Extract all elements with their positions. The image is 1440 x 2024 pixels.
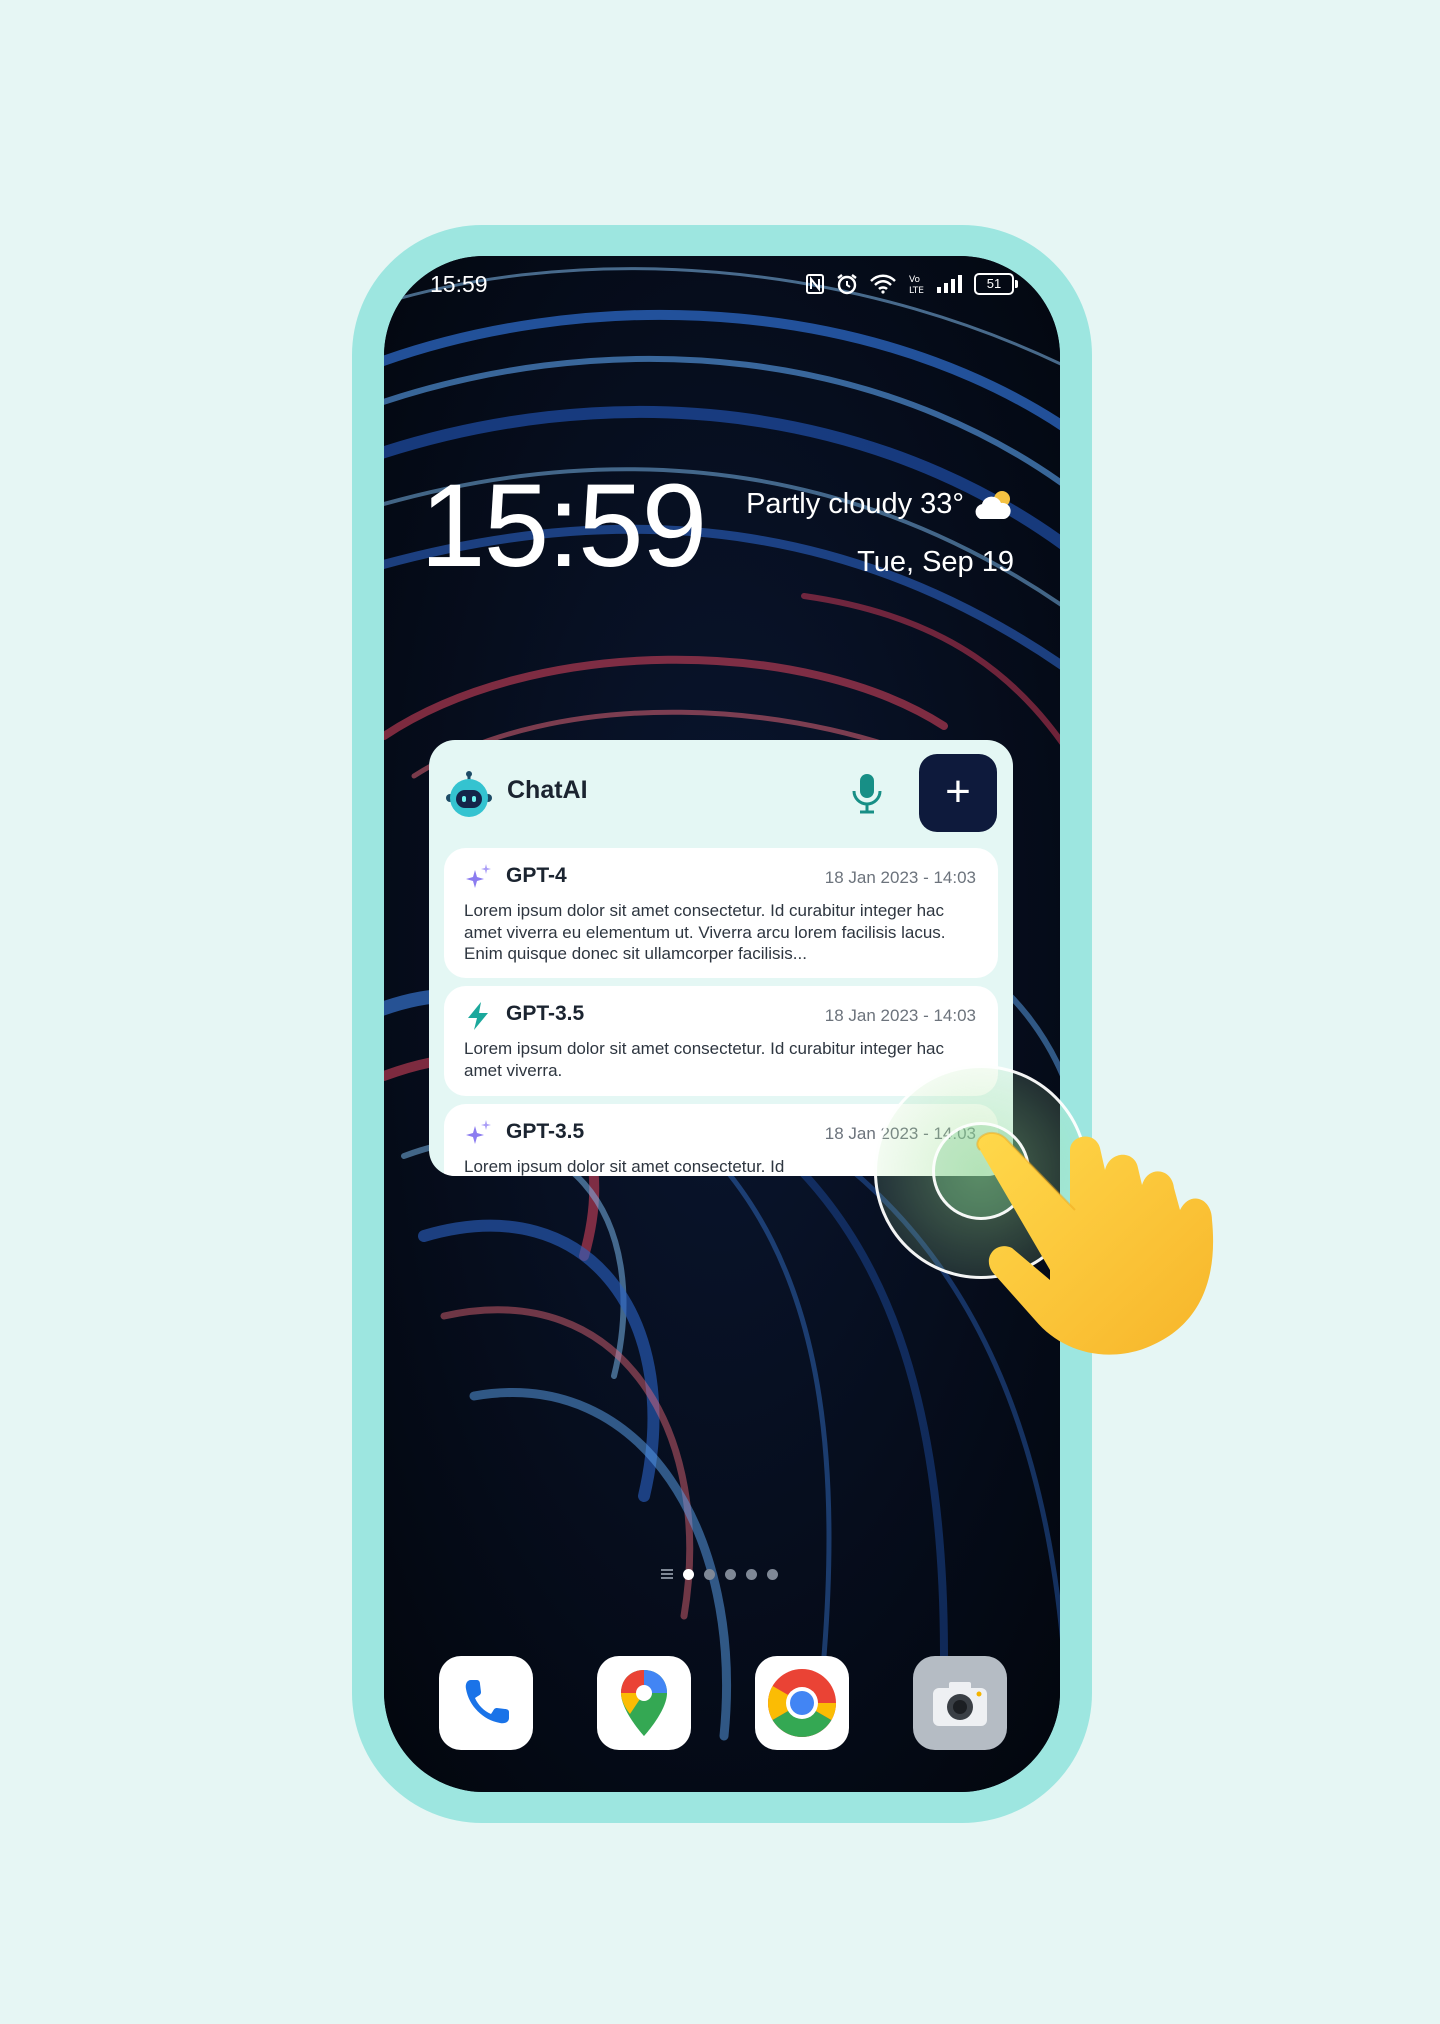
status-bar: 15:59 Vo LTE 51: [384, 256, 1060, 312]
camera-app[interactable]: [913, 1656, 1007, 1750]
chat-card-gpt35[interactable]: GPT-3.5 18 Jan 2023 - 14:03 Lorem ipsum …: [444, 986, 998, 1096]
battery-icon: 51: [974, 273, 1018, 295]
page-dot: [704, 1568, 715, 1580]
page-indicator[interactable]: [661, 1567, 778, 1581]
hand-pointer-icon: [976, 1131, 1214, 1355]
weather-widget[interactable]: Partly cloudy 33°: [746, 488, 1014, 521]
card-model: GPT-3.5: [506, 1002, 585, 1025]
card-preview: Lorem ipsum dolor sit amet consectetur. …: [464, 901, 946, 963]
phone-app[interactable]: [439, 1656, 533, 1750]
sparkle-icon: [466, 1120, 491, 1144]
lock-date: Tue, Sep 19: [857, 546, 1014, 578]
status-icons: Vo LTE 51: [806, 270, 1018, 298]
maps-icon: [621, 1670, 667, 1736]
phone-screen: 15:59 Vo LTE 51 15:59 Partly cloudy 33° T…: [384, 256, 1060, 1792]
svg-text:Vo: Vo: [909, 275, 920, 285]
wifi-icon: [870, 274, 896, 294]
weather-text: Partly cloudy 33°: [746, 488, 964, 520]
status-time: 15:59: [430, 271, 488, 297]
lock-clock: 15:59: [420, 460, 707, 592]
page-dot: [746, 1568, 757, 1580]
widget-header: ChatAI +: [429, 740, 1013, 846]
maps-app[interactable]: [597, 1656, 691, 1750]
card-preview: Lorem ipsum dolor sit amet consectetur. …: [464, 1039, 945, 1080]
partly-cloudy-icon: [975, 490, 1011, 519]
app-title: ChatAI: [507, 776, 588, 804]
nfc-icon: [806, 274, 824, 294]
signal-icon: [937, 275, 962, 293]
volte-icon: VoLTE: [909, 275, 924, 295]
chrome-icon: [768, 1669, 836, 1737]
page-list-icon: [661, 1569, 673, 1579]
svg-text:LTE: LTE: [909, 286, 924, 295]
chrome-app[interactable]: [755, 1656, 849, 1750]
bolt-icon: [468, 1002, 488, 1030]
card-model: GPT-4: [506, 864, 567, 887]
chat-card-gpt4[interactable]: GPT-4 18 Jan 2023 - 14:03 Lorem ipsum do…: [444, 848, 998, 978]
alarm-icon: [837, 274, 857, 295]
sparkle-icon: [466, 864, 491, 888]
page-dot: [683, 1568, 694, 1580]
robot-icon: [446, 771, 492, 817]
page-dot: [767, 1568, 778, 1580]
page-dot: [725, 1568, 736, 1580]
new-chat-button[interactable]: +: [919, 754, 997, 832]
card-model: GPT-3.5: [506, 1120, 585, 1143]
card-timestamp: 18 Jan 2023 - 14:03: [824, 868, 976, 887]
phone-icon: [465, 1680, 509, 1724]
card-timestamp: 18 Jan 2023 - 14:03: [824, 1006, 976, 1025]
camera-icon: [933, 1682, 987, 1726]
mic-icon[interactable]: [847, 770, 887, 816]
